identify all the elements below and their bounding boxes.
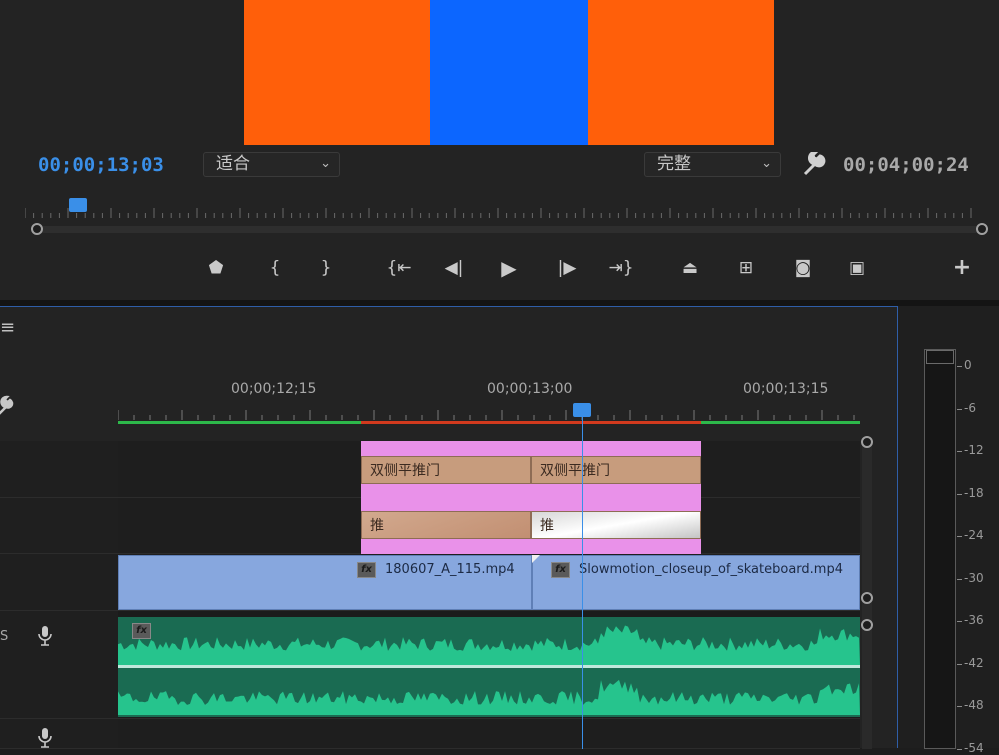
render-bar-green-right <box>701 421 860 424</box>
marker-icon[interactable]: ⬟ <box>199 253 233 283</box>
clip-name: 180607_A_115.mp4 <box>385 562 515 577</box>
video-frame-right-orange <box>588 0 774 145</box>
track-a2[interactable] <box>118 719 860 749</box>
meter-tick-mark <box>957 536 962 537</box>
transition-label: 双侧平推门 <box>540 463 610 479</box>
meter-tick-mark <box>957 621 962 622</box>
meter-tick-mark <box>957 748 962 750</box>
meter-tick-mark <box>957 366 962 367</box>
meter-tick-label: 0 <box>964 358 972 372</box>
mark-in-icon[interactable]: { <box>258 253 292 283</box>
go-to-in-icon[interactable]: {⇤ <box>382 253 416 283</box>
step-forward-icon[interactable]: |▶ <box>550 253 584 283</box>
microphone-icon[interactable] <box>37 625 53 647</box>
fit-dropdown-value: 适合 <box>216 154 250 174</box>
timeline-playhead[interactable] <box>573 403 591 417</box>
monitor-scroll-bar[interactable] <box>36 226 984 233</box>
transition-row2-a[interactable]: 推 <box>361 511 531 539</box>
transition-corner-marker <box>532 555 540 563</box>
program-monitor: 00;00;13;03 适合 ⌄ 完整 ⌄ 00;04;00;24 ⬟ { } … <box>0 0 999 300</box>
mark-out-icon[interactable]: } <box>309 253 343 283</box>
timeline-ruler[interactable] <box>118 403 860 427</box>
quality-dropdown[interactable]: 完整 ⌄ <box>644 152 781 177</box>
track-label: S <box>0 629 9 644</box>
transition-label: 推 <box>370 518 384 534</box>
meter-tick-label: -6 <box>964 400 976 415</box>
quality-dropdown-value: 完整 <box>657 154 691 174</box>
chevron-down-icon: ⌄ <box>320 156 331 171</box>
audio-waveform-right <box>118 679 860 715</box>
meter-tick-label: -48 <box>964 698 984 712</box>
monitor-playhead[interactable] <box>69 198 87 212</box>
video-frame-center-blue <box>430 0 588 145</box>
fx-badge[interactable]: fx <box>357 562 376 578</box>
ruler-label-3: 00;00;13;15 <box>743 381 829 397</box>
transition-row1-a[interactable]: 双侧平推门 <box>361 456 531 484</box>
lift-icon[interactable]: ⏏ <box>673 253 707 283</box>
step-back-icon[interactable]: ◀| <box>437 253 471 283</box>
monitor-time-ruler[interactable] <box>25 198 985 220</box>
wrench-icon[interactable] <box>801 150 827 178</box>
meter-tick-mark <box>957 408 962 410</box>
track-header-a2[interactable] <box>0 719 118 749</box>
meter-tick-mark <box>957 706 962 707</box>
track-header-v2[interactable] <box>0 498 118 554</box>
panel-menu-icon[interactable]: ≡ <box>0 317 15 338</box>
comparison-view-icon[interactable]: ▣ <box>840 253 874 283</box>
go-to-out-icon[interactable]: ⇥} <box>604 253 638 283</box>
track-header-v3[interactable] <box>0 441 118 498</box>
scroll-handle[interactable] <box>861 619 873 631</box>
scroll-handle[interactable] <box>861 436 873 448</box>
wrench-icon[interactable] <box>0 395 16 417</box>
fit-dropdown[interactable]: 适合 ⌄ <box>203 152 340 177</box>
ruler-label-2: 00;00;13;00 <box>487 381 573 397</box>
microphone-icon[interactable] <box>37 727 53 749</box>
video-frame-left-orange <box>244 0 430 145</box>
meter-bar <box>924 349 956 749</box>
audio-meter-panel: 0 -6 -12 -18 -24 -30 -36 -42 -48 -54 <box>898 306 999 755</box>
meter-tick-label: -12 <box>964 443 984 457</box>
meter-tick-mark <box>957 663 962 665</box>
transition-label: 双侧平推门 <box>370 463 440 479</box>
meter-tick-mark <box>957 578 962 580</box>
export-frame-icon[interactable]: ◙ <box>786 253 820 283</box>
scroll-handle-left[interactable] <box>31 223 43 235</box>
clip-name: Slowmotion_closeup_of_skateboard.mp4 <box>579 562 843 577</box>
meter-tick-mark <box>957 451 962 452</box>
add-button-icon[interactable]: + <box>945 253 979 283</box>
track-header-a1[interactable] <box>0 611 118 719</box>
meter-tick-label: -30 <box>964 570 984 585</box>
transition-label: 推 <box>540 518 554 534</box>
track-header-v1[interactable] <box>0 554 118 611</box>
ruler-label-1: 00;00;12;15 <box>231 381 317 397</box>
scroll-handle-right[interactable] <box>976 223 988 235</box>
transition-row2-b[interactable]: 推 <box>531 511 701 539</box>
fx-badge[interactable]: fx <box>551 562 570 578</box>
render-bar-red <box>361 421 701 424</box>
meter-tick-label: -18 <box>964 485 984 500</box>
duration-timecode: 00;04;00;24 <box>843 154 969 176</box>
playhead-line <box>582 417 583 749</box>
scroll-handle[interactable] <box>861 592 873 604</box>
render-bar-green-left <box>118 421 361 424</box>
video-clip-1[interactable]: fx 180607_A_115.mp4 <box>118 555 532 610</box>
extract-icon[interactable]: ⊞ <box>729 253 763 283</box>
current-timecode[interactable]: 00;00;13;03 <box>38 154 164 176</box>
audio-waveform-left <box>118 625 860 668</box>
timeline-panel: ≡ 00;00;12;15 00;00;13;00 00;00;13;15 S … <box>0 306 898 749</box>
meter-tick-mark <box>957 493 962 495</box>
play-icon[interactable]: ▶ <box>492 253 526 283</box>
chevron-down-icon: ⌄ <box>761 156 772 171</box>
transition-row1-b[interactable]: 双侧平推门 <box>531 456 701 484</box>
audio-clip[interactable]: fx <box>118 617 860 717</box>
meter-tick-label: -24 <box>964 528 984 542</box>
meter-tick-label: -42 <box>964 655 984 670</box>
meter-peak-box <box>926 350 954 364</box>
meter-tick-label: -36 <box>964 613 984 627</box>
